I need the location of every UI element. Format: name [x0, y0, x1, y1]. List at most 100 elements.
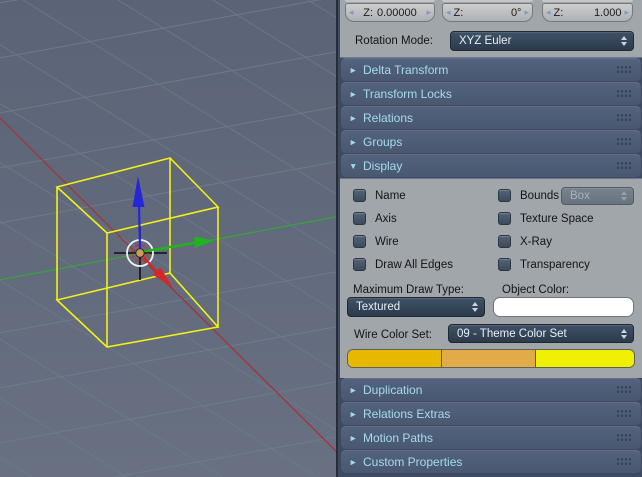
field-stub	[442, 0, 533, 2]
checkbox-label: X-Ray	[520, 236, 552, 248]
dropdown-value: Box	[570, 190, 617, 202]
panel-header-relations-extras[interactable]: ► Relations Extras	[341, 402, 641, 425]
color-set-swatch-1[interactable]	[348, 350, 442, 367]
field-value: 0°	[511, 7, 522, 19]
drag-handle-icon[interactable]	[616, 137, 631, 146]
field-label: Z:	[554, 7, 564, 19]
drag-handle-icon[interactable]	[616, 433, 631, 442]
checkbox-row-wire: Wire	[353, 234, 399, 249]
theme-color-set-preview	[347, 349, 635, 368]
dropdown-arrows-icon	[621, 36, 627, 46]
x-ray-checkbox[interactable]	[498, 235, 511, 248]
location-z-field[interactable]: ◂ Z: 0.00000 ▸	[345, 3, 435, 22]
rotation-mode-dropdown[interactable]: XYZ Euler	[450, 31, 634, 51]
dropdown-arrows-icon	[472, 302, 478, 312]
field-value: 1.000	[594, 7, 622, 19]
max-draw-type-label: Maximum Draw Type:	[353, 284, 464, 296]
bounds-checkbox[interactable]	[498, 189, 511, 202]
panel-header-groups[interactable]: ► Groups	[341, 130, 641, 153]
name-checkbox[interactable]	[353, 189, 366, 202]
dropdown-arrows-icon	[621, 191, 627, 201]
color-set-swatch-2[interactable]	[442, 350, 536, 367]
field-label: Z:	[363, 7, 373, 19]
properties-panel: ◂ Z: 0.00000 ▸ ◂ Z: 0° ▸ ◂ Z: 1.000 ▸ Ro…	[336, 0, 642, 477]
draw-all-edges-checkbox[interactable]	[353, 258, 366, 271]
panel-label: Transform Locks	[363, 87, 616, 101]
transform-section: ◂ Z: 0.00000 ▸ ◂ Z: 0° ▸ ◂ Z: 1.000 ▸ Ro…	[340, 0, 642, 58]
drag-handle-icon[interactable]	[616, 89, 631, 98]
dropdown-value: Textured	[356, 301, 468, 313]
checkbox-row-x-ray: X-Ray	[498, 234, 552, 249]
transparency-checkbox[interactable]	[498, 258, 511, 271]
color-set-swatch-3[interactable]	[536, 350, 634, 367]
object-color-label: Object Color:	[502, 284, 569, 296]
panel-label: Delta Transform	[363, 63, 616, 77]
field-label: Z:	[454, 7, 464, 19]
drag-handle-icon[interactable]	[616, 385, 631, 394]
display-panel-content: Name Axis Wire Draw All Edges Bounds Box…	[340, 178, 642, 379]
checkbox-row-name: Name	[353, 188, 406, 203]
wire-color-set-label: Wire Color Set:	[354, 329, 432, 341]
increment-arrow-icon[interactable]: ▸	[624, 8, 629, 17]
field-value: 0.00000	[377, 7, 417, 19]
checkbox-row-draw-all-edges: Draw All Edges	[353, 257, 453, 272]
drag-handle-icon[interactable]	[616, 457, 631, 466]
object-color-swatch[interactable]	[493, 297, 634, 317]
drag-handle-icon[interactable]	[616, 65, 631, 74]
bounds-type-dropdown[interactable]: Box	[561, 187, 634, 205]
rotation-mode-label: Rotation Mode:	[355, 35, 433, 47]
panel-label: Relations Extras	[363, 407, 616, 421]
panel-header-relations[interactable]: ► Relations	[341, 106, 641, 129]
drag-handle-icon[interactable]	[616, 161, 631, 170]
3d-viewport[interactable]	[0, 0, 338, 477]
expand-arrow-icon: ►	[349, 433, 363, 443]
dropdown-arrows-icon	[621, 329, 627, 339]
expand-arrow-icon: ►	[349, 409, 363, 419]
drag-handle-icon[interactable]	[616, 113, 631, 122]
panel-header-delta-transform[interactable]: ► Delta Transform	[341, 58, 641, 81]
checkbox-label: Draw All Edges	[375, 259, 453, 271]
checkbox-row-texture-space: Texture Space	[498, 211, 594, 226]
expand-arrow-icon: ►	[349, 113, 363, 123]
checkbox-label: Texture Space	[520, 213, 594, 225]
viewport-background	[0, 0, 338, 477]
object-origin-dot[interactable]	[136, 249, 144, 257]
wire-color-set-dropdown[interactable]: 09 - Theme Color Set	[448, 324, 634, 343]
panel-label: Custom Properties	[363, 455, 616, 469]
expand-arrow-icon: ►	[349, 65, 363, 75]
drag-handle-icon[interactable]	[616, 409, 631, 418]
field-stub	[345, 0, 435, 2]
panel-header-transform-locks[interactable]: ► Transform Locks	[341, 82, 641, 105]
increment-arrow-icon[interactable]: ▸	[426, 8, 431, 17]
checkbox-row-bounds: Bounds	[498, 188, 559, 203]
checkbox-label: Axis	[375, 213, 397, 225]
scale-z-field[interactable]: ◂ Z: 1.000 ▸	[542, 3, 633, 22]
wire-checkbox[interactable]	[353, 235, 366, 248]
checkbox-row-axis: Axis	[353, 211, 397, 226]
dropdown-value: 09 - Theme Color Set	[457, 328, 617, 340]
panel-header-custom-properties[interactable]: ► Custom Properties	[341, 450, 641, 473]
expand-arrow-icon: ►	[349, 457, 363, 467]
checkbox-label: Bounds	[520, 190, 559, 202]
panel-header-display[interactable]: ▼ Display	[341, 154, 641, 177]
panel-header-duplication[interactable]: ► Duplication	[341, 378, 641, 401]
collapse-arrow-icon: ▼	[349, 161, 363, 171]
panel-header-motion-paths[interactable]: ► Motion Paths	[341, 426, 641, 449]
blender-window: { "app": "Blender - Object Properties", …	[0, 0, 642, 477]
panel-label: Duplication	[363, 383, 616, 397]
checkbox-label: Name	[375, 190, 406, 202]
rotation-z-field[interactable]: ◂ Z: 0° ▸	[442, 3, 533, 22]
increment-arrow-icon[interactable]: ▸	[524, 8, 529, 17]
expand-arrow-icon: ►	[349, 89, 363, 99]
panel-label: Display	[363, 159, 616, 173]
expand-arrow-icon: ►	[349, 385, 363, 395]
panel-label: Motion Paths	[363, 431, 616, 445]
texture-space-checkbox[interactable]	[498, 212, 511, 225]
panel-label: Groups	[363, 135, 616, 149]
checkbox-label: Transparency	[520, 259, 590, 271]
checkbox-label: Wire	[375, 236, 399, 248]
axis-checkbox[interactable]	[353, 212, 366, 225]
max-draw-type-dropdown[interactable]: Textured	[347, 297, 485, 317]
checkbox-row-transparency: Transparency	[498, 257, 590, 272]
dropdown-value: XYZ Euler	[459, 35, 617, 47]
